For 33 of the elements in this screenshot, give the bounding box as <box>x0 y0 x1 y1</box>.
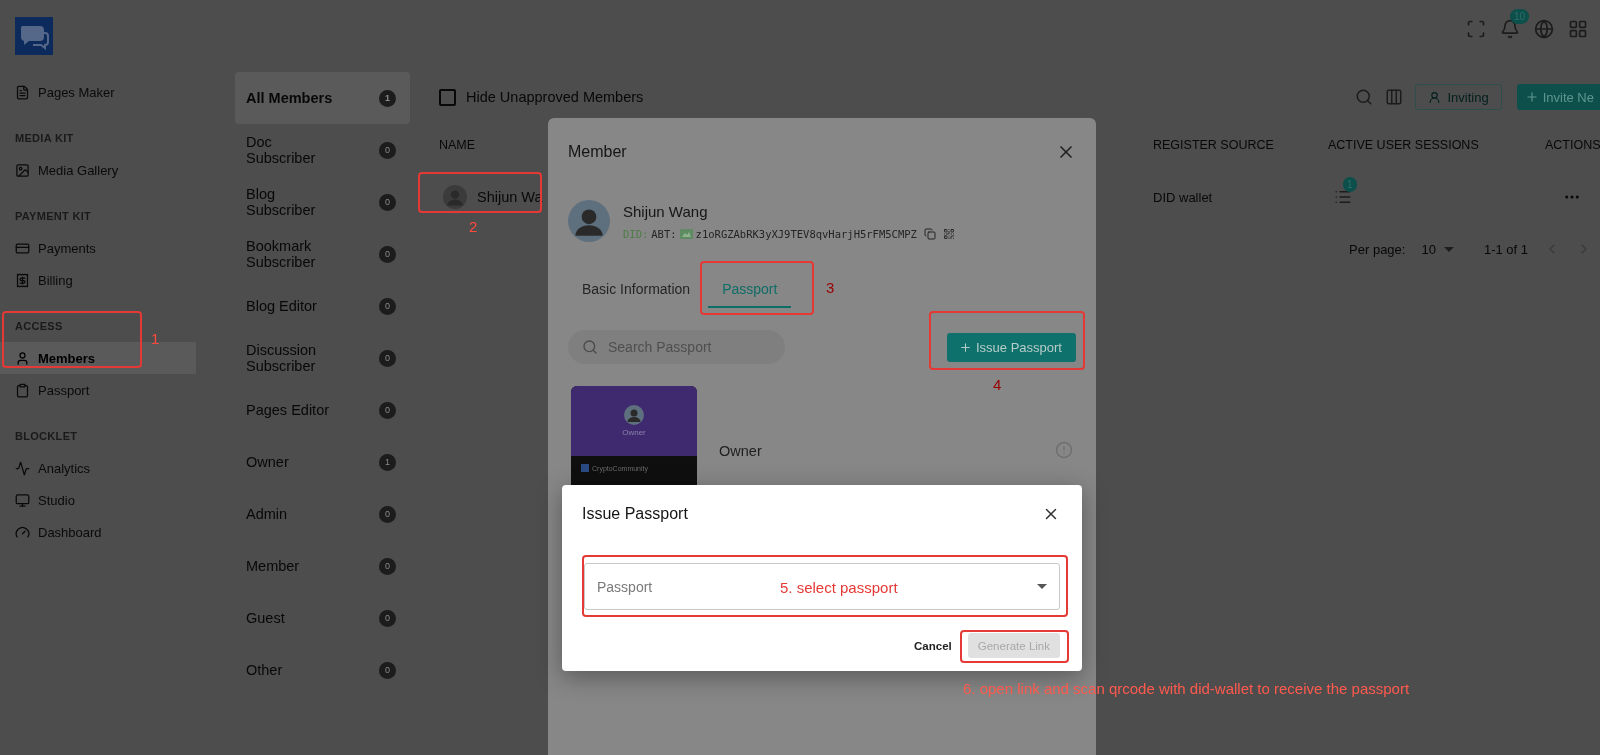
passport-name: Owner <box>719 443 763 459</box>
card-title: Owner <box>622 428 646 437</box>
annotation-number: 2 <box>469 218 478 235</box>
column-header: NAME <box>439 138 476 152</box>
annotation-note: 6. open link and scan qrcode with did-wallet to receive the passport <box>963 680 1410 697</box>
count-badge: 0 <box>379 245 396 263</box>
column-header: ACTIVE USER SESSIONS <box>1328 138 1479 152</box>
count-badge: 0 <box>379 609 396 627</box>
count-badge: 0 <box>379 661 396 679</box>
user-name: Shijun Wang <box>623 202 709 220</box>
count-badge: 0 <box>379 349 396 367</box>
checkbox-label: Hide Unapproved Members <box>466 89 644 105</box>
count-badge: 0 <box>379 401 396 419</box>
count-badge: 1 <box>379 89 396 107</box>
count-badge: 1 <box>379 453 396 471</box>
annotation-number: 3 <box>826 279 835 296</box>
dialog-title: Member <box>568 143 627 161</box>
count-badge: 0 <box>379 297 396 315</box>
annotation-note: 5. select passport <box>780 579 898 596</box>
did-scheme: ABT: <box>651 227 677 240</box>
per-page-label: Per page: <box>1349 241 1406 257</box>
column-header: REGISTER SOURCE <box>1153 138 1274 152</box>
did-prefix: DID: <box>623 227 649 240</box>
annotation-number: 4 <box>993 376 1002 393</box>
did-address: z1oRGZAbRK3yXJ9TEV8qvHarjH5rFM5CMPZ <box>695 227 917 240</box>
count-badge: 0 <box>379 141 396 159</box>
count-badge: 0 <box>379 193 396 211</box>
page-range: 1-1 of 1 <box>1483 241 1528 257</box>
count-badge: 0 <box>379 505 396 523</box>
column-header: ACTIONS <box>1545 138 1600 152</box>
count-badge: 0 <box>379 557 396 575</box>
dialog-title: Issue Passport <box>582 505 688 523</box>
table-cell: DID wallet <box>1153 189 1213 205</box>
